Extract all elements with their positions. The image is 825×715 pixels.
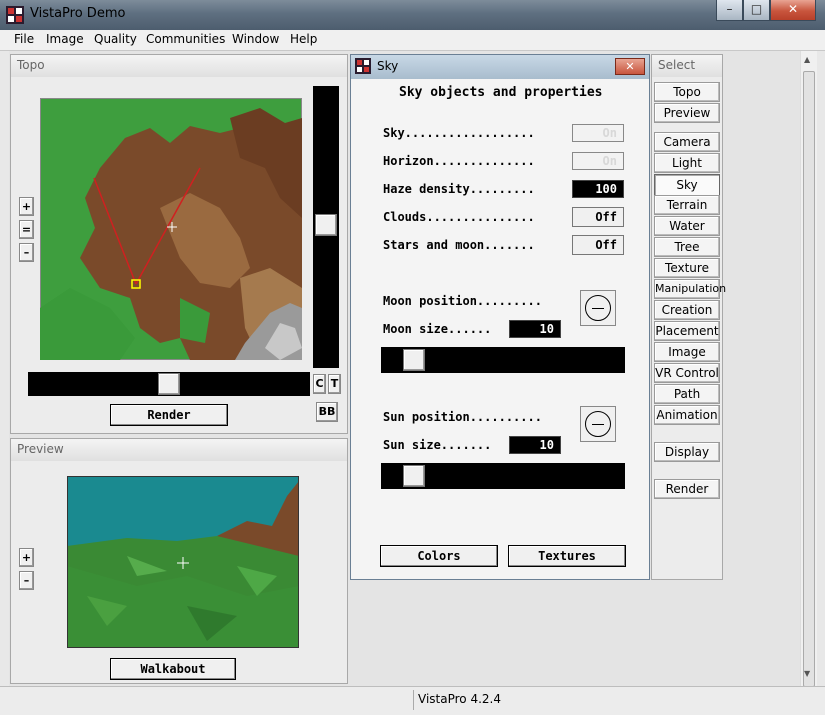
topo-zoom-reset-button[interactable]: = <box>19 220 34 239</box>
clouds-toggle[interactable]: Off <box>572 207 624 227</box>
horizon-row-label: Horizon.............. <box>383 154 535 168</box>
topo-zoom-out-button[interactable]: – <box>19 243 34 262</box>
minimize-button[interactable]: – <box>716 0 743 21</box>
topo-vertical-slider[interactable] <box>313 86 339 368</box>
sun-position-dial[interactable] <box>580 406 616 442</box>
select-render-button[interactable]: Render <box>654 479 720 499</box>
sky-dialog-icon <box>355 58 371 74</box>
select-camera-button[interactable]: Camera <box>654 132 720 152</box>
moon-size-field[interactable]: 10 <box>509 320 561 338</box>
preview-zoom-in-button[interactable]: + <box>19 548 34 567</box>
select-texture-button[interactable]: Texture <box>654 258 720 278</box>
status-divider <box>413 690 414 710</box>
horizon-toggle[interactable]: On <box>572 152 624 170</box>
select-placement-button[interactable]: Placement <box>654 321 720 341</box>
textures-button[interactable]: Textures <box>508 545 626 567</box>
menu-bar: File Image Quality Communities Window He… <box>0 30 825 51</box>
haze-density-field[interactable]: 100 <box>572 180 624 198</box>
topo-c-button[interactable]: C <box>313 374 326 394</box>
select-path-button[interactable]: Path <box>654 384 720 404</box>
select-image-button[interactable]: Image <box>654 342 720 362</box>
select-water-button[interactable]: Water <box>654 216 720 236</box>
select-light-button[interactable]: Light <box>654 153 720 173</box>
sky-toggle[interactable]: On <box>572 124 624 142</box>
sky-heading: Sky objects and properties <box>399 85 603 100</box>
select-panel-title: Select <box>652 55 722 77</box>
topo-map[interactable] <box>40 98 302 360</box>
status-bar: VistaPro 4.2.4 <box>0 686 825 715</box>
app-icon <box>6 6 24 24</box>
preview-panel-title: Preview <box>11 439 347 461</box>
haze-density-label: Haze density......... <box>383 182 535 196</box>
sun-size-field[interactable]: 10 <box>509 436 561 454</box>
select-manipulation-button[interactable]: Manipulation <box>654 279 726 299</box>
select-preview-button[interactable]: Preview <box>654 103 720 123</box>
menu-quality[interactable]: Quality <box>94 32 137 46</box>
walkabout-button[interactable]: Walkabout <box>110 658 236 680</box>
main-scrollbar[interactable]: ▲ ▼ <box>800 51 817 687</box>
menu-file[interactable]: File <box>14 32 34 46</box>
select-sky-button[interactable]: Sky <box>654 174 720 196</box>
moon-position-dial[interactable] <box>580 290 616 326</box>
topo-panel-title: Topo <box>11 55 347 77</box>
sun-size-slider-thumb[interactable] <box>403 465 425 487</box>
topo-zoom-in-button[interactable]: + <box>19 197 34 216</box>
close-button[interactable]: ✕ <box>770 0 816 21</box>
moon-size-label: Moon size...... <box>383 322 492 336</box>
menu-communities[interactable]: Communities <box>146 32 225 46</box>
sky-row-label: Sky.................. <box>383 126 535 140</box>
moon-size-slider-thumb[interactable] <box>403 349 425 371</box>
topo-horizontal-slider-thumb[interactable] <box>158 373 180 395</box>
select-terrain-button[interactable]: Terrain <box>654 195 720 215</box>
clouds-label: Clouds............... <box>383 210 535 224</box>
title-bar: VistaPro Demo – □ ✕ <box>0 0 825 30</box>
topo-horizontal-slider[interactable] <box>28 372 310 396</box>
colors-button[interactable]: Colors <box>380 545 498 567</box>
select-topo-button[interactable]: Topo <box>654 82 720 102</box>
stars-moon-toggle[interactable]: Off <box>572 235 624 255</box>
select-display-button[interactable]: Display <box>654 442 720 462</box>
topo-bb-button[interactable]: BB <box>316 402 338 422</box>
stars-moon-label: Stars and moon....... <box>383 238 535 252</box>
moon-size-slider[interactable] <box>381 347 625 373</box>
select-animation-button[interactable]: Animation <box>654 405 720 425</box>
menu-image[interactable]: Image <box>46 32 84 46</box>
maximize-button[interactable]: □ <box>743 0 770 21</box>
moon-position-label: Moon position......... <box>383 294 542 308</box>
sun-size-label: Sun size....... <box>383 438 492 452</box>
version-label: VistaPro 4.2.4 <box>418 692 501 706</box>
topo-vertical-slider-thumb[interactable] <box>315 214 337 236</box>
menu-window[interactable]: Window <box>232 32 279 46</box>
sky-dialog-title: Sky <box>377 59 399 73</box>
sun-position-label: Sun position.......... <box>383 410 542 424</box>
scrollbar-thumb[interactable] <box>803 71 815 687</box>
scroll-up-arrow-icon[interactable]: ▲ <box>804 55 810 64</box>
window-title: VistaPro Demo <box>30 6 126 21</box>
menu-help[interactable]: Help <box>290 32 317 46</box>
sun-size-slider[interactable] <box>381 463 625 489</box>
preview-zoom-out-button[interactable]: – <box>19 571 34 590</box>
topo-t-button[interactable]: T <box>328 374 341 394</box>
render-button[interactable]: Render <box>110 404 228 426</box>
select-tree-button[interactable]: Tree <box>654 237 720 257</box>
sky-dialog-close-button[interactable]: ✕ <box>615 58 645 75</box>
select-vr-control-button[interactable]: VR Control <box>654 363 720 383</box>
sky-dialog-titlebar: Sky ✕ <box>351 55 649 79</box>
select-creation-button[interactable]: Creation <box>654 300 720 320</box>
scroll-down-arrow-icon[interactable]: ▼ <box>804 669 810 678</box>
preview-view[interactable] <box>67 476 299 648</box>
